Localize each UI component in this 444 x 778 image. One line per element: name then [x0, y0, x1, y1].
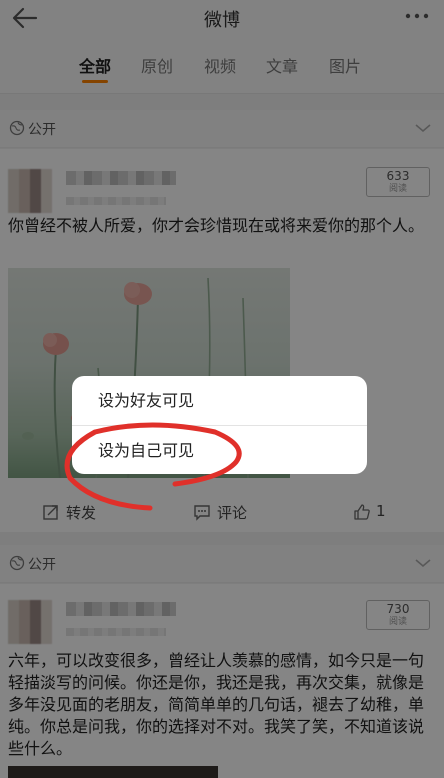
set-self-visible-option[interactable]: 设为自己可见	[72, 426, 367, 474]
set-friends-visible-option[interactable]: 设为好友可见	[72, 376, 367, 425]
visibility-menu: 设为好友可见 设为自己可见	[72, 376, 367, 474]
